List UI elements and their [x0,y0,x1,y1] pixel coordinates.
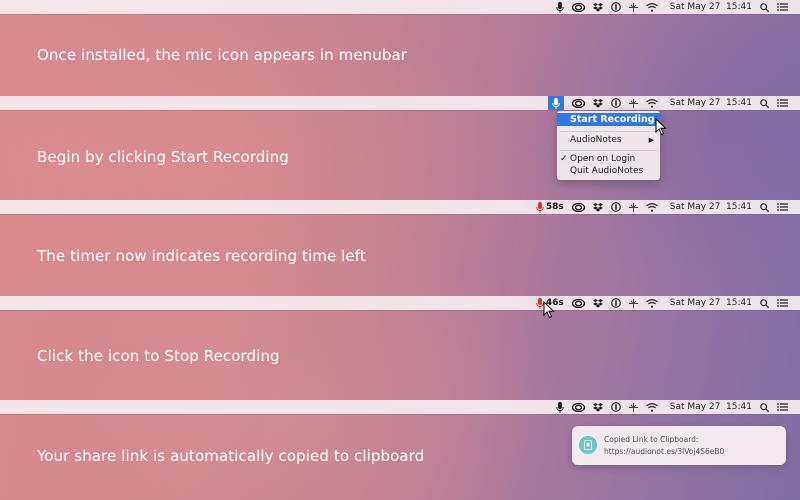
menubar-4: 46s Sat May 27 15:41 [0,296,800,310]
dropbox-icon[interactable] [592,400,603,414]
audionotes-dropdown-menu: Start Recording AudioNotes ▶ ✓ Open on L… [557,111,660,180]
menubar-clock[interactable]: Sat May 27 15:41 [670,202,752,212]
menubar-clock[interactable]: Sat May 27 15:41 [670,298,752,308]
mouse-cursor-icon [655,118,667,136]
dropbox-icon[interactable] [592,200,603,214]
notification-url: https://audionot.es/3lVoj4S6eB0 [604,447,725,456]
1password-icon[interactable] [610,0,621,14]
dropbox-icon[interactable] [592,0,603,14]
mic-icon[interactable] [547,96,564,110]
menubar-clock[interactable]: Sat May 27 15:41 [670,98,752,108]
creative-cloud-icon[interactable] [571,96,585,110]
notification-title: Copied Link to Clipboard: [604,435,699,444]
menu-item-quit[interactable]: Quit AudioNotes [557,165,660,178]
network-icon[interactable] [628,200,638,214]
notification-center-icon[interactable] [777,0,788,14]
menubar-3: 58s Sat May 27 15:41 [0,200,800,214]
1password-icon[interactable] [610,200,621,214]
menu-item-open-on-login-label: Open on Login [570,154,636,164]
menu-item-audionotes-label: AudioNotes [570,135,622,145]
caption-step-2: Begin by clicking Start Recording [37,148,289,166]
wifi-icon[interactable] [645,96,658,110]
menubar-2: Sat May 27 15:41 [0,96,800,110]
creative-cloud-icon[interactable] [571,200,585,214]
notification-center-icon[interactable] [777,296,788,310]
wifi-icon[interactable] [645,200,658,214]
creative-cloud-icon[interactable] [571,0,585,14]
recording-timer: 58s [545,202,564,212]
spotlight-icon[interactable] [760,96,769,110]
menubar-1: Sat May 27 15:41 [0,0,800,14]
audionotes-app-icon [579,436,597,454]
notification-center-icon[interactable] [777,200,788,214]
menu-item-start-recording[interactable]: Start Recording [557,113,660,126]
mic-icon[interactable] [556,0,564,14]
menu-separator [560,131,657,132]
network-icon[interactable] [628,96,638,110]
caption-step-1: Once installed, the mic icon appears in … [37,46,408,64]
caption-step-5: Your share link is automatically copied … [37,447,425,465]
clipboard-notification[interactable]: Copied Link to Clipboard: https://audion… [572,426,786,465]
spotlight-icon[interactable] [760,400,769,414]
network-icon[interactable] [628,400,638,414]
caption-step-4: Click the icon to Stop Recording [37,347,280,365]
wifi-icon[interactable] [645,0,658,14]
menubar-5: Sat May 27 15:41 [0,400,800,414]
1password-icon[interactable] [610,96,621,110]
mic-recording-icon[interactable]: 58s [536,200,564,214]
menu-item-audionotes[interactable]: AudioNotes ▶ [557,134,660,147]
menu-separator [560,150,657,151]
menubar-clock[interactable]: Sat May 27 15:41 [670,402,752,412]
notification-center-icon[interactable] [777,96,788,110]
caption-step-3: The timer now indicates recording time l… [37,247,366,265]
dropbox-icon[interactable] [592,96,603,110]
network-icon[interactable] [628,0,638,14]
mouse-cursor-icon [543,301,555,319]
submenu-arrow-icon: ▶ [648,136,654,144]
creative-cloud-icon[interactable] [571,296,585,310]
network-icon[interactable] [628,296,638,310]
spotlight-icon[interactable] [760,296,769,310]
notification-center-icon[interactable] [777,400,788,414]
menubar-clock[interactable]: Sat May 27 15:41 [670,2,752,12]
creative-cloud-icon[interactable] [571,400,585,414]
1password-icon[interactable] [610,296,621,310]
1password-icon[interactable] [610,400,621,414]
spotlight-icon[interactable] [760,200,769,214]
wifi-icon[interactable] [645,400,658,414]
dropbox-icon[interactable] [592,296,603,310]
spotlight-icon[interactable] [760,0,769,14]
mic-icon[interactable] [556,400,564,414]
wifi-icon[interactable] [645,296,658,310]
